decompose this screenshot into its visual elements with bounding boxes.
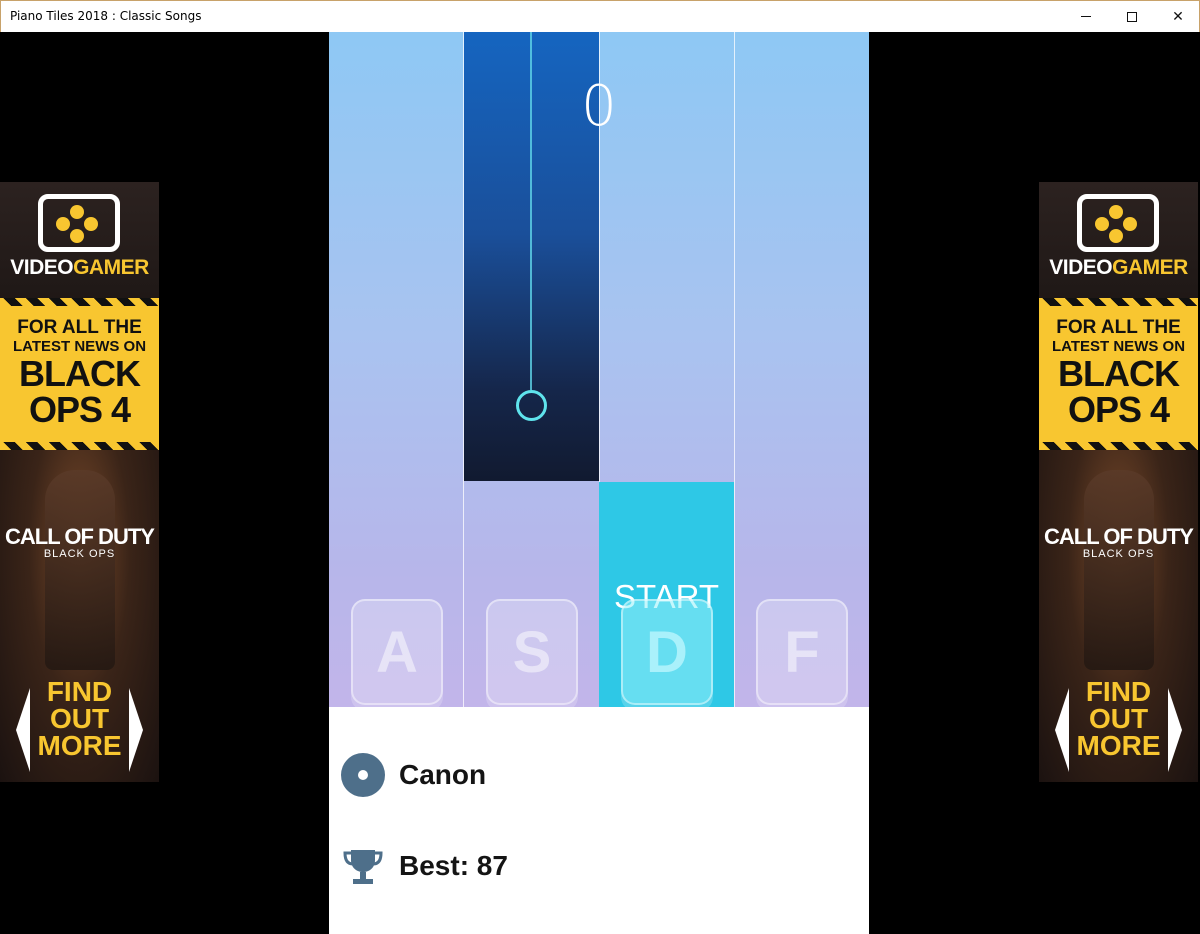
game-board[interactable]: START 0 A S D F (329, 32, 869, 707)
hold-ring-icon (516, 390, 547, 421)
gamepad-logo-icon (1077, 194, 1159, 252)
score-display: 0 (581, 74, 617, 139)
song-name: Canon (399, 759, 487, 790)
ad-brand: VIDEOGAMER (1049, 256, 1188, 279)
close-icon: ✕ (1172, 8, 1184, 25)
best-score-row: Best: 87 (341, 844, 508, 888)
key-s[interactable]: S (486, 599, 578, 705)
soldier-image (1084, 470, 1154, 670)
ad-game-subtitle: BLACK OPS (43, 548, 116, 560)
minimize-button[interactable] (1063, 1, 1109, 32)
key-f[interactable]: F (756, 599, 848, 705)
left-ad-banner[interactable]: VIDEOGAMER FOR ALL THE LATEST NEWS ON BL… (0, 182, 159, 782)
ad-headline-line3: BLACK (19, 353, 141, 394)
ad-headline-line3: BLACK (1058, 353, 1180, 394)
trophy-icon (343, 850, 383, 884)
ad-headline-line4: OPS 4 (1067, 389, 1170, 430)
key-a[interactable]: A (351, 599, 443, 705)
maximize-button[interactable] (1109, 1, 1155, 32)
ad-game-title: CALL OF DUTY (1044, 524, 1194, 549)
disc-icon (341, 753, 385, 797)
close-button[interactable]: ✕ (1155, 1, 1200, 32)
ad-brand: VIDEOGAMER (10, 256, 149, 279)
ad-game-subtitle: BLACK OPS (1082, 548, 1155, 560)
ad-headline: FOR ALL THE LATEST NEWS ON BLACK OPS 4 (0, 306, 159, 442)
right-ad-banner[interactable]: VIDEOGAMER FOR ALL THE LATEST NEWS ON BL… (1039, 182, 1198, 782)
ad-logo-area: VIDEOGAMER (0, 182, 159, 300)
ad-cta[interactable]: FIND OUT MORE (0, 678, 159, 760)
window-titlebar: Piano Tiles 2018 : Classic Songs ✕ (0, 0, 1200, 32)
ad-headline: FOR ALL THE LATEST NEWS ON BLACK OPS 4 (1039, 306, 1198, 442)
maximize-icon (1127, 11, 1137, 22)
window-title: Piano Tiles 2018 : Classic Songs (10, 9, 202, 23)
ad-image: CALL OF DUTY BLACK OPS FIND OUT MORE (1039, 450, 1198, 782)
hazard-stripe (1039, 442, 1198, 450)
ad-headline-line1: FOR ALL THE (1056, 317, 1181, 338)
hazard-stripe (0, 298, 159, 306)
song-row: Canon (341, 753, 486, 797)
best-score: Best: 87 (399, 850, 508, 881)
song-info-panel: Canon Best: 87 (329, 707, 869, 934)
minimize-icon (1081, 16, 1091, 17)
ad-cta[interactable]: FIND OUT MORE (1039, 678, 1198, 760)
lane-divider (734, 32, 735, 707)
key-d[interactable]: D (621, 599, 713, 705)
ad-headline-line1: FOR ALL THE (17, 317, 142, 338)
ad-headline-line4: OPS 4 (28, 389, 131, 430)
ad-logo-area: VIDEOGAMER (1039, 182, 1198, 300)
ad-game-title: CALL OF DUTY (5, 524, 155, 549)
hazard-stripe (1039, 298, 1198, 306)
hazard-stripe (0, 442, 159, 450)
soldier-image (45, 470, 115, 670)
gamepad-logo-icon (38, 194, 120, 252)
ad-image: CALL OF DUTY BLACK OPS FIND OUT MORE (0, 450, 159, 782)
